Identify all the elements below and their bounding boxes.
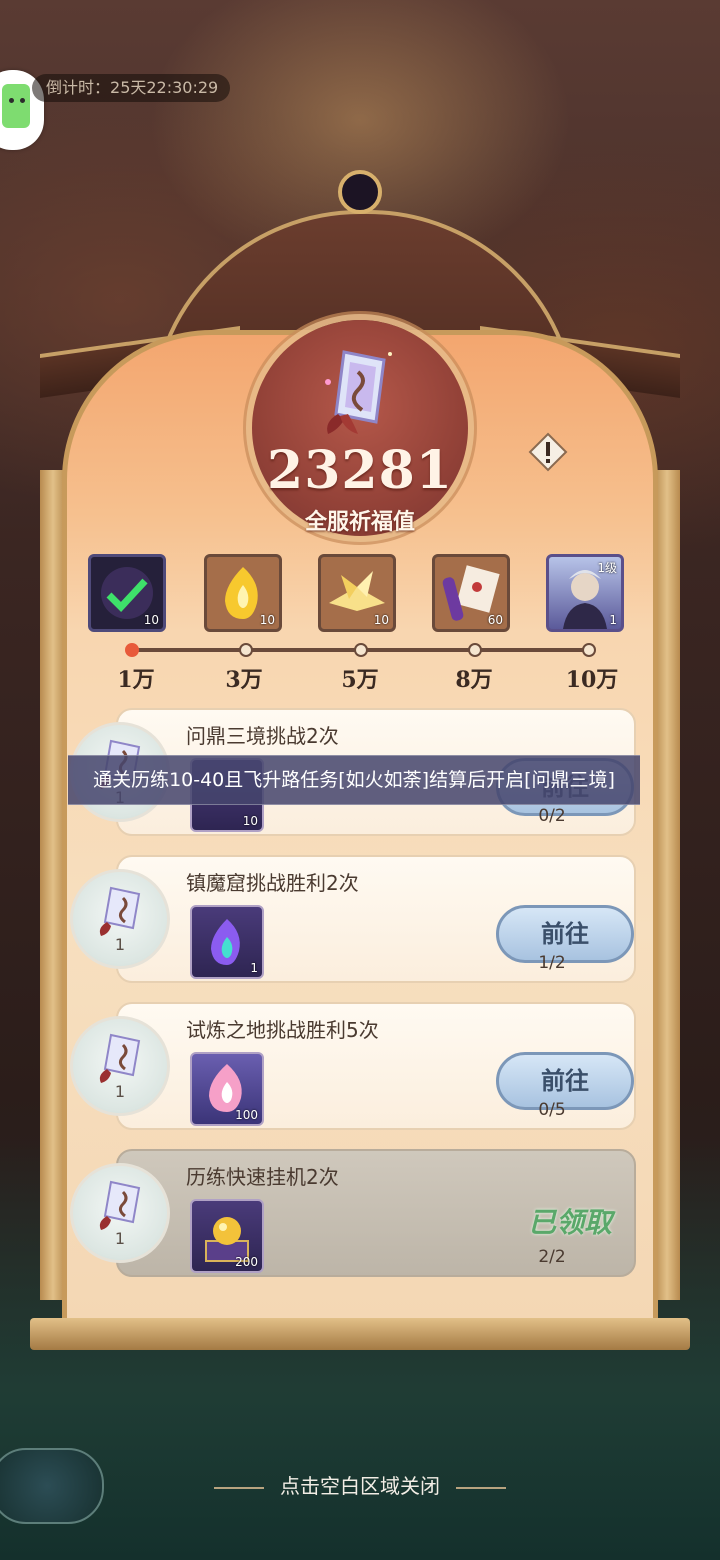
task-card: 镇魔窟挑战胜利2次 1 前往 1/2 — [116, 855, 636, 983]
task-points-badge: 1 — [70, 869, 170, 969]
reward-count: 10 — [259, 613, 275, 627]
task-reward-item[interactable]: 1 — [190, 905, 264, 979]
task-points-badge: 1 — [70, 1163, 170, 1263]
countdown-timer: 倒计时：25天22:30:29 — [32, 74, 231, 102]
milestone-reward-3[interactable]: 10 — [318, 554, 396, 632]
task-progress: 2/2 — [538, 1247, 566, 1267]
reward-level-badge: 1级 — [597, 561, 617, 575]
task-points: 1 — [114, 1082, 126, 1101]
milestone-label: 1万 — [117, 667, 155, 693]
task-title: 镇魔窟挑战胜利2次 — [186, 871, 359, 895]
reward-count: 10 — [373, 613, 389, 627]
blessing-value: 23281 — [267, 440, 453, 501]
talisman-icon — [99, 1033, 141, 1083]
divider — [456, 1486, 506, 1489]
talisman-icon — [325, 350, 392, 434]
close-hint-text: 点击空白区域关闭 — [280, 1474, 440, 1498]
blessing-medallion: 23281 全服祈福值 — [252, 320, 468, 536]
milestone-label: 5万 — [341, 667, 379, 693]
milestone-node — [468, 643, 482, 657]
milestone-label: 3万 — [225, 667, 263, 693]
close-hint[interactable]: 点击空白区域关闭 — [0, 1470, 720, 1499]
reward-count: 1 — [609, 613, 617, 627]
blessing-label: 全服祈福值 — [304, 510, 415, 535]
claimed-stamp: 已领取 — [527, 1206, 612, 1239]
task-title: 试炼之地挑战胜利5次 — [186, 1018, 379, 1042]
milestone-label: 8万 — [455, 667, 493, 693]
task-points: 1 — [114, 1229, 126, 1248]
reward-count: 60 — [487, 613, 503, 627]
task-points-badge: 1 — [70, 1016, 170, 1116]
moon-ornament-icon — [338, 170, 382, 214]
milestone-label: 10万 — [565, 667, 619, 693]
task-card: 试炼之地挑战胜利5次 100 前往 0/5 — [116, 1002, 636, 1130]
countdown-label: 倒计时： — [46, 78, 111, 97]
help-icon[interactable] — [528, 432, 568, 472]
item-count: 100 — [235, 1108, 258, 1122]
milestone-reward-2[interactable]: 10 — [204, 554, 282, 632]
task-reward-item[interactable]: 100 — [190, 1052, 264, 1126]
reward-count: 10 — [143, 613, 159, 627]
item-count: 10 — [242, 814, 258, 828]
task-title: 历练快速挂机2次 — [186, 1165, 339, 1189]
task-card: 历练快速挂机2次 200 已领取 2/2 — [116, 1149, 636, 1277]
talisman-icon — [99, 886, 141, 936]
countdown-value: 25天22:30:29 — [110, 78, 219, 97]
task-title: 问鼎三境挑战2次 — [186, 724, 339, 748]
panel-base — [30, 1318, 690, 1350]
milestone-reward-5[interactable]: 1级 1 — [546, 554, 624, 632]
milestone-node — [125, 643, 139, 657]
task-reward-item[interactable]: 200 — [190, 1199, 264, 1273]
milestone-node — [239, 643, 253, 657]
item-count: 200 — [235, 1255, 258, 1269]
item-count: 1 — [250, 961, 258, 975]
milestone-node — [354, 643, 368, 657]
task-progress: 1/2 — [538, 953, 566, 973]
divider — [214, 1486, 264, 1489]
talisman-icon — [99, 1180, 141, 1230]
unlock-hint-toast: 通关历练10-40且飞升路任务[如火如荼]结算后开启[问鼎三境] — [68, 755, 640, 805]
task-progress: 0/2 — [538, 806, 566, 826]
task-progress: 0/5 — [538, 1100, 566, 1120]
milestone-node — [582, 643, 596, 657]
milestone-reward-4[interactable]: 60 — [432, 554, 510, 632]
milestone-reward-1[interactable]: 10 — [88, 554, 166, 632]
task-points: 1 — [114, 935, 126, 954]
